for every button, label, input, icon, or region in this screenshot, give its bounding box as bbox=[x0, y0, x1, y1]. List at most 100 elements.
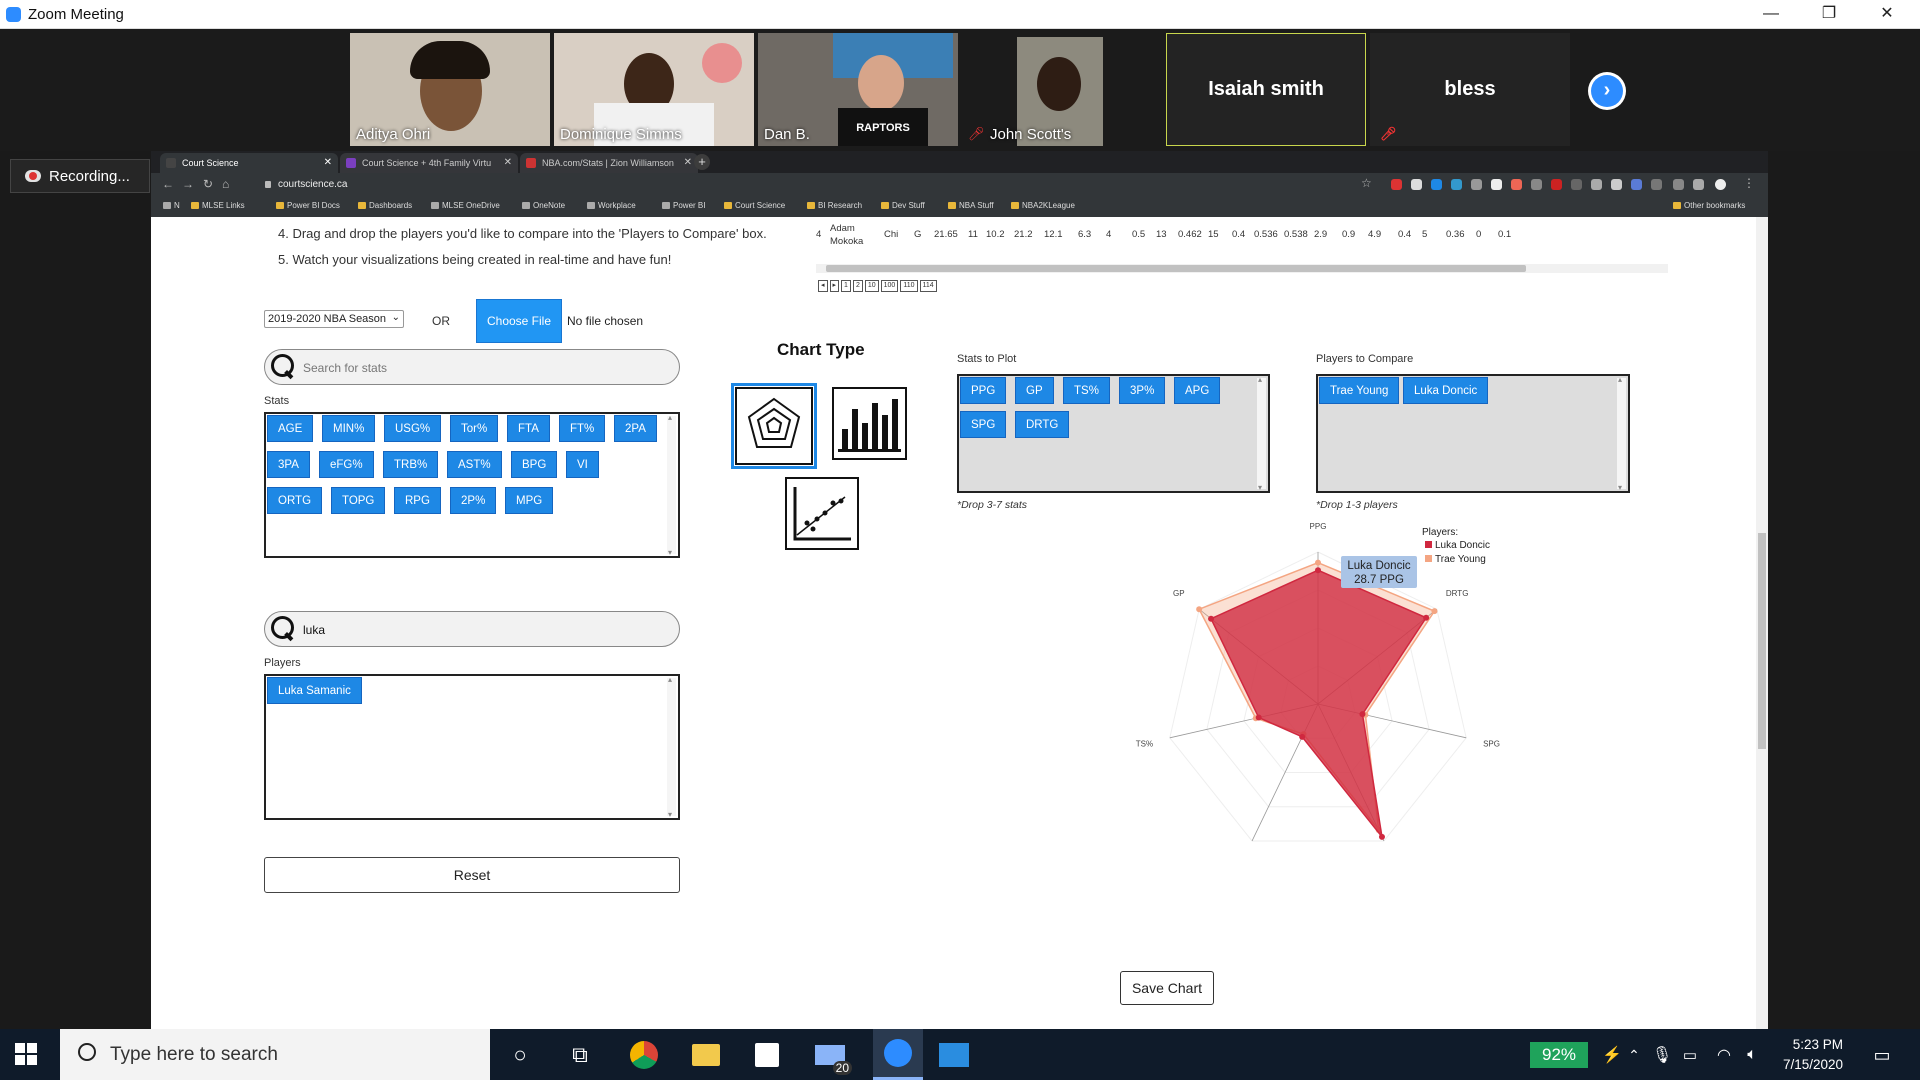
bookmark-item[interactable]: OneNote bbox=[522, 201, 565, 210]
pager-button[interactable]: ▸ bbox=[829, 280, 840, 292]
new-tab-button[interactable]: + bbox=[694, 154, 710, 170]
chrome-icon[interactable] bbox=[626, 1037, 662, 1073]
participant-tile[interactable]: RAPTORS Dan B. bbox=[758, 33, 958, 146]
plot-stat-chip[interactable]: PPG bbox=[960, 377, 1007, 404]
participant-tile[interactable]: Isaiah smith bbox=[1166, 33, 1366, 146]
extension-icon[interactable] bbox=[1531, 179, 1542, 190]
stat-chip[interactable]: USG% bbox=[384, 415, 442, 442]
stat-chip[interactable]: VI bbox=[566, 451, 599, 478]
scatter-chart-type-button[interactable] bbox=[785, 477, 859, 550]
address-bar[interactable]: courtscience.ca bbox=[260, 176, 1460, 194]
stat-chip[interactable]: MIN% bbox=[322, 415, 376, 442]
plot-stat-chip[interactable]: DRTG bbox=[1015, 411, 1070, 438]
close-tab-icon[interactable]: ✕ bbox=[684, 157, 692, 168]
pager-button[interactable]: 114 bbox=[919, 280, 937, 292]
extension-icon[interactable] bbox=[1471, 179, 1482, 190]
taskbar-search-box[interactable]: Type here to search bbox=[60, 1029, 490, 1080]
radar-chart-type-button[interactable] bbox=[731, 383, 817, 469]
notifications-icon[interactable]: ▭ bbox=[1864, 1037, 1900, 1073]
pager-button[interactable]: 110 bbox=[900, 280, 918, 292]
choose-file-button[interactable]: Choose File bbox=[476, 299, 562, 343]
bookmark-item[interactable]: Other bookmarks bbox=[1673, 201, 1745, 210]
extension-icon[interactable] bbox=[1631, 179, 1642, 190]
plot-stat-chip[interactable]: TS% bbox=[1063, 377, 1110, 404]
minimize-icon[interactable]: — bbox=[1748, 2, 1794, 26]
pager-button[interactable]: 100 bbox=[880, 280, 899, 292]
file-explorer-icon[interactable] bbox=[688, 1037, 724, 1073]
plot-stat-chip[interactable]: GP bbox=[1015, 377, 1054, 404]
back-icon[interactable]: ← bbox=[162, 177, 174, 191]
players-box-scrollbar[interactable] bbox=[667, 675, 676, 819]
taskbar-clock[interactable]: 5:23 PM 7/15/2020 bbox=[1763, 1035, 1843, 1075]
page-vertical-scrollbar[interactable] bbox=[1756, 217, 1768, 1029]
pager-button[interactable]: 10 bbox=[864, 280, 879, 292]
season-select[interactable]: 2019-2020 NBA Season ⌄ bbox=[264, 310, 404, 328]
adblock-icon[interactable] bbox=[1551, 179, 1562, 190]
battery-indicator[interactable]: 92% bbox=[1530, 1042, 1588, 1068]
pager-button[interactable]: 1 bbox=[841, 280, 851, 292]
bookmark-item[interactable]: Dev Stuff bbox=[881, 201, 925, 210]
bookmark-item[interactable]: NBA Stuff bbox=[948, 201, 994, 210]
browser-tab[interactable]: Court Science + 4th Family Virtu ✕ bbox=[340, 153, 518, 173]
bookmark-item[interactable]: Workplace bbox=[587, 201, 636, 210]
stat-chip[interactable]: eFG% bbox=[319, 451, 374, 478]
bookmark-item[interactable]: N bbox=[163, 201, 180, 210]
photos-icon[interactable] bbox=[936, 1037, 972, 1073]
compare-player-chip[interactable]: Trae Young bbox=[1319, 377, 1400, 404]
cortana-icon[interactable]: ○ bbox=[502, 1037, 538, 1073]
extension-icon[interactable] bbox=[1591, 179, 1602, 190]
stat-chip[interactable]: TOPG bbox=[331, 487, 386, 514]
bar-chart-type-button[interactable] bbox=[832, 387, 907, 460]
menu-dots-icon[interactable]: ⋮ bbox=[1743, 176, 1755, 190]
extension-icon[interactable] bbox=[1411, 179, 1422, 190]
table-horizontal-scrollbar[interactable] bbox=[816, 264, 1668, 273]
compare-player-chip[interactable]: Luka Doncic bbox=[1403, 377, 1489, 404]
plot-stat-chip[interactable]: SPG bbox=[960, 411, 1007, 438]
participant-tile[interactable]: bless 🎤︎ bbox=[1370, 33, 1570, 146]
extension-icon[interactable] bbox=[1511, 179, 1522, 190]
reset-button[interactable]: Reset bbox=[264, 857, 680, 893]
stat-chip[interactable]: RPG bbox=[394, 487, 441, 514]
recording-indicator[interactable]: Recording... bbox=[10, 159, 150, 193]
bookmark-item[interactable]: Dashboards bbox=[358, 201, 412, 210]
battery-icon[interactable]: ▭ bbox=[1672, 1037, 1708, 1073]
plot-stat-chip[interactable]: APG bbox=[1174, 377, 1221, 404]
stats-to-plot-scrollbar[interactable] bbox=[1257, 375, 1266, 492]
players-to-compare-scrollbar[interactable] bbox=[1617, 375, 1626, 492]
task-view-icon[interactable]: ⧉ bbox=[562, 1037, 598, 1073]
extension-icon[interactable] bbox=[1431, 179, 1442, 190]
close-icon[interactable]: ✕ bbox=[1864, 2, 1910, 26]
bookmark-item[interactable]: MLSE OneDrive bbox=[431, 201, 500, 210]
stat-chip[interactable]: 3PA bbox=[267, 451, 310, 478]
bookmark-item[interactable]: MLSE Links bbox=[191, 201, 245, 210]
bookmark-star-icon[interactable]: ☆ bbox=[1361, 176, 1372, 190]
participant-tile[interactable]: John Scott's 🎤︎ bbox=[962, 33, 1162, 146]
pager-button[interactable]: ◂ bbox=[818, 280, 828, 292]
extension-icon[interactable] bbox=[1673, 179, 1684, 190]
stat-chip[interactable]: AST% bbox=[447, 451, 502, 478]
extension-icon[interactable] bbox=[1651, 179, 1662, 190]
extension-icon[interactable] bbox=[1451, 179, 1462, 190]
profile-avatar-icon[interactable] bbox=[1715, 179, 1726, 190]
extension-icon[interactable] bbox=[1611, 179, 1622, 190]
puzzle-icon[interactable] bbox=[1693, 179, 1704, 190]
plot-stat-chip[interactable]: 3P% bbox=[1119, 377, 1166, 404]
home-icon[interactable]: ⌂ bbox=[222, 177, 229, 191]
bookmark-item[interactable]: Power BI Docs bbox=[276, 201, 340, 210]
stat-chip[interactable]: MPG bbox=[505, 487, 554, 514]
player-chip[interactable]: Luka Samanic bbox=[267, 677, 362, 704]
forward-icon[interactable]: → bbox=[182, 177, 194, 191]
pager-button[interactable]: 2 bbox=[852, 280, 863, 292]
stat-chip[interactable]: BPG bbox=[511, 451, 558, 478]
stat-chip[interactable]: FTA bbox=[507, 415, 550, 442]
windows-start-icon[interactable] bbox=[15, 1043, 37, 1065]
bookmark-item[interactable]: NBA2KLeague bbox=[1011, 201, 1075, 210]
zoom-taskbar-icon[interactable] bbox=[873, 1029, 923, 1080]
close-tab-icon[interactable]: ✕ bbox=[504, 157, 512, 168]
stat-chip[interactable]: FT% bbox=[559, 415, 606, 442]
bookmark-item[interactable]: Power BI bbox=[662, 201, 705, 210]
bookmark-item[interactable]: BI Research bbox=[807, 201, 862, 210]
players-search-input[interactable]: luka bbox=[264, 611, 680, 647]
extension-icon[interactable] bbox=[1391, 179, 1402, 190]
stat-chip[interactable]: AGE bbox=[267, 415, 314, 442]
